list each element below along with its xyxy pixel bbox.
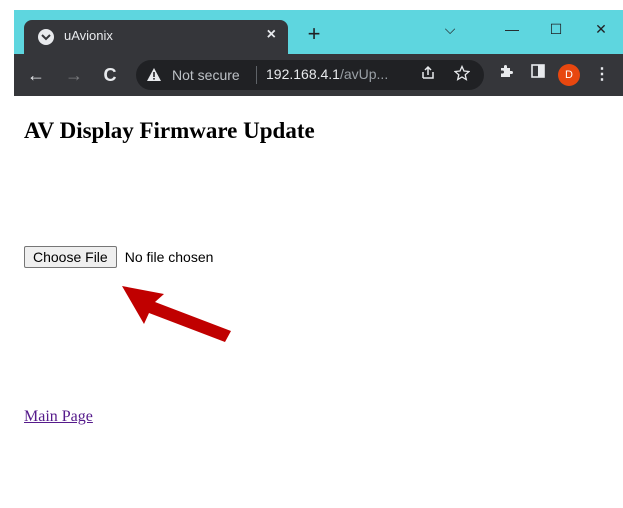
warning-icon[interactable] bbox=[146, 67, 162, 87]
star-icon[interactable] bbox=[453, 64, 471, 85]
url-text[interactable]: 192.168.4.1/avUp... bbox=[266, 66, 388, 82]
browser-tab[interactable]: uAvionix × bbox=[24, 20, 288, 54]
title-bar: uAvionix × + ⌵ — ☐ ✕ bbox=[14, 10, 623, 54]
site-favicon-icon bbox=[38, 29, 54, 45]
main-page-link[interactable]: Main Page bbox=[24, 408, 93, 426]
profile-avatar[interactable]: D bbox=[558, 64, 580, 86]
maximize-button[interactable]: ☐ bbox=[534, 14, 578, 44]
not-secure-label[interactable]: Not secure bbox=[172, 67, 240, 83]
forward-button[interactable]: → bbox=[62, 63, 86, 87]
new-tab-button[interactable]: + bbox=[302, 22, 326, 46]
url-path: /avUp... bbox=[339, 66, 389, 82]
browser-window: uAvionix × + ⌵ — ☐ ✕ ← → C Not secure 19… bbox=[14, 10, 623, 508]
page-title: AV Display Firmware Update bbox=[24, 118, 315, 143]
browser-toolbar: ← → C Not secure 192.168.4.1/avUp... D ⋮ bbox=[14, 54, 623, 96]
tab-close-icon[interactable]: × bbox=[267, 26, 276, 44]
page-viewport: AV Display Firmware Update Choose File N… bbox=[14, 96, 623, 508]
side-panel-icon[interactable] bbox=[526, 63, 550, 87]
back-button[interactable]: ← bbox=[24, 63, 48, 87]
tab-search-dropdown-icon[interactable]: ⌵ bbox=[428, 14, 472, 44]
file-upload-field[interactable]: Choose File No file chosen bbox=[24, 246, 213, 268]
file-status-text: No file chosen bbox=[124, 249, 214, 265]
url-host: 192.168.4.1 bbox=[266, 66, 340, 82]
omnibox-divider bbox=[256, 66, 257, 84]
minimize-button[interactable]: — bbox=[490, 14, 534, 44]
browser-menu-icon[interactable]: ⋮ bbox=[590, 63, 614, 87]
address-bar[interactable]: Not secure 192.168.4.1/avUp... bbox=[136, 60, 484, 90]
tab-title: uAvionix bbox=[64, 28, 113, 43]
reload-button[interactable]: C bbox=[98, 63, 122, 87]
red-arrow-annotation bbox=[122, 286, 231, 342]
share-icon[interactable] bbox=[420, 65, 436, 85]
choose-file-button[interactable]: Choose File bbox=[24, 246, 117, 268]
extensions-puzzle-icon[interactable] bbox=[494, 63, 518, 87]
close-window-button[interactable]: ✕ bbox=[579, 14, 623, 44]
